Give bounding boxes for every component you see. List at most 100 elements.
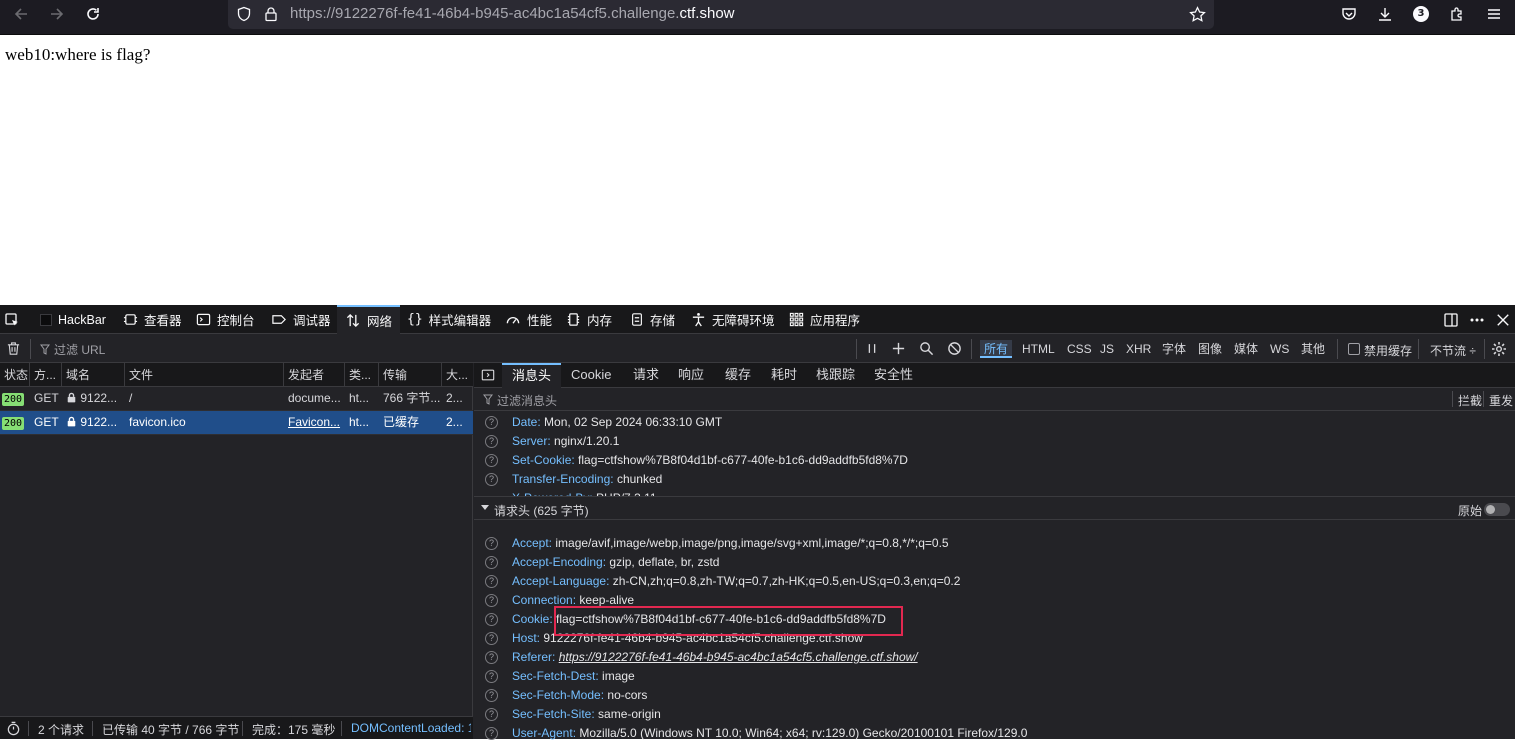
filter-html[interactable]: HTML <box>1018 340 1059 358</box>
help-icon[interactable]: ? <box>485 594 498 607</box>
help-icon[interactable]: ? <box>485 632 498 645</box>
tab-response[interactable]: 响应 <box>668 363 714 388</box>
tab-memory[interactable]: 内存 <box>566 305 612 334</box>
style-editor-icon: {} <box>407 312 423 327</box>
filter-css[interactable]: CSS <box>1063 340 1096 358</box>
cell-initiator-link[interactable]: Favicon... <box>284 411 345 435</box>
col-method[interactable]: 方... <box>30 363 62 387</box>
tab-application[interactable]: 应用程序 <box>789 305 860 334</box>
tab-stack-trace[interactable]: 栈跟踪 <box>806 363 865 388</box>
help-icon[interactable]: ? <box>485 708 498 721</box>
tab-storage[interactable]: 存储 <box>630 305 675 334</box>
block-icon[interactable] <box>947 341 962 356</box>
table-row[interactable]: 200 GET 9122... / docume... ht... 766 字节… <box>0 387 473 411</box>
help-icon[interactable]: ? <box>485 651 498 664</box>
divider <box>1452 391 1453 407</box>
extensions-icon[interactable] <box>1443 0 1471 28</box>
tab-timings[interactable]: 耗时 <box>761 363 807 388</box>
help-icon[interactable]: ? <box>485 473 498 486</box>
filter-images[interactable]: 图像 <box>1194 340 1226 358</box>
col-type[interactable]: 类... <box>345 363 379 387</box>
trash-icon[interactable] <box>6 341 21 356</box>
tab-style-editor[interactable]: {} 样式编辑器 <box>407 305 491 334</box>
bookmark-star-icon[interactable] <box>1189 6 1206 23</box>
disable-cache-checkbox[interactable] <box>1348 343 1360 355</box>
request-count: 2 个请求 <box>38 723 85 737</box>
request-header-row: ? Sec-Fetch-Mode: no-cors <box>474 686 1515 705</box>
network-icon <box>346 313 360 328</box>
forward-icon[interactable] <box>43 0 71 28</box>
col-initiator[interactable]: 发起者 <box>284 363 345 387</box>
tab-cache[interactable]: 缓存 <box>715 363 761 388</box>
tab-hackbar[interactable]: HackBar <box>40 305 106 334</box>
back-icon[interactable] <box>7 0 35 28</box>
divider <box>341 721 342 736</box>
settings-gear-icon[interactable] <box>1491 341 1507 357</box>
dock-icon[interactable] <box>1443 305 1459 334</box>
request-headers-section[interactable]: 请求头 (625 字节) 原始 <box>474 496 1515 520</box>
filter-js[interactable]: JS <box>1096 340 1118 358</box>
tab-headers[interactable]: 消息头 <box>502 363 562 388</box>
reload-icon[interactable] <box>79 0 107 28</box>
stopwatch-icon[interactable] <box>6 721 21 736</box>
block-button[interactable]: 拦截 <box>1458 392 1482 409</box>
help-icon[interactable]: ? <box>485 670 498 683</box>
request-header-row: ? User-Agent: Mozilla/5.0 (Windows NT 10.… <box>474 724 1515 743</box>
close-icon[interactable] <box>1496 305 1510 334</box>
menu-icon[interactable] <box>1480 0 1508 28</box>
url-bar[interactable]: https://9122276f-fe41-46b4-b945-ac4bc1a5… <box>228 0 1214 29</box>
cell-transferred: 766 字节... <box>383 391 441 405</box>
filter-url-input[interactable]: 过滤 URL <box>54 341 844 358</box>
resend-button[interactable]: 重发 <box>1489 392 1513 409</box>
table-row-selected[interactable]: 200 GET 9122... favicon.ico Favicon... h… <box>0 411 473 435</box>
shield-icon[interactable] <box>236 6 252 22</box>
tab-console[interactable]: 控制台 <box>196 305 255 334</box>
more-options-icon[interactable] <box>1469 305 1485 334</box>
downloads-icon[interactable] <box>1371 0 1399 28</box>
divider <box>30 339 31 359</box>
tab-inspector[interactable]: 查看器 <box>123 305 182 334</box>
help-icon[interactable]: ? <box>485 575 498 588</box>
tab-debugger[interactable]: 调试器 <box>271 305 331 334</box>
tab-cookie[interactable]: Cookie <box>561 363 621 388</box>
memory-icon <box>567 313 580 326</box>
referer-link[interactable]: https://9122276f-fe41-46b4-b945-ac4bc1a5… <box>559 650 918 664</box>
help-icon[interactable]: ? <box>485 454 498 467</box>
notification-badge[interactable]: 3 <box>1413 6 1429 22</box>
pause-icon[interactable] <box>865 341 879 356</box>
headers-filter-input[interactable]: 过滤消息头 <box>497 392 1397 409</box>
help-icon[interactable]: ? <box>485 689 498 702</box>
tab-network[interactable]: 网络 <box>337 305 401 334</box>
col-status[interactable]: 状态 <box>0 363 30 387</box>
filter-media[interactable]: 媒体 <box>1230 340 1262 358</box>
col-transferred[interactable]: 传输 <box>379 363 442 387</box>
raw-toggle[interactable] <box>1484 503 1510 516</box>
filter-xhr[interactable]: XHR <box>1122 340 1155 358</box>
tab-accessibility[interactable]: 无障碍环境 <box>691 305 775 334</box>
toggle-sidebar-icon[interactable] <box>481 368 495 382</box>
search-icon[interactable] <box>919 341 934 356</box>
tab-security[interactable]: 安全性 <box>864 363 923 388</box>
help-icon[interactable]: ? <box>485 556 498 569</box>
col-file[interactable]: 文件 <box>125 363 284 387</box>
help-icon[interactable]: ? <box>485 435 498 448</box>
filter-fonts[interactable]: 字体 <box>1158 340 1190 358</box>
filter-other[interactable]: 其他 <box>1297 340 1329 358</box>
url-text[interactable]: https://9122276f-fe41-46b4-b945-ac4bc1a5… <box>290 5 735 22</box>
tab-performance[interactable]: 性能 <box>505 305 552 334</box>
help-icon[interactable]: ? <box>485 416 498 429</box>
accessibility-icon <box>692 312 705 327</box>
throttle-select[interactable]: 不节流 ÷ <box>1430 342 1476 359</box>
help-icon[interactable]: ? <box>485 613 498 626</box>
tab-request[interactable]: 请求 <box>623 363 669 388</box>
element-picker-icon[interactable] <box>4 305 24 334</box>
help-icon[interactable]: ? <box>485 537 498 550</box>
add-icon[interactable] <box>891 341 906 356</box>
help-icon[interactable]: ? <box>485 727 498 740</box>
col-domain[interactable]: 域名 <box>62 363 125 387</box>
pocket-icon[interactable] <box>1335 0 1363 28</box>
lock-icon[interactable] <box>263 6 279 22</box>
filter-ws[interactable]: WS <box>1266 340 1293 358</box>
filter-all[interactable]: 所有 <box>980 340 1013 358</box>
col-size[interactable]: 大... <box>442 363 473 387</box>
